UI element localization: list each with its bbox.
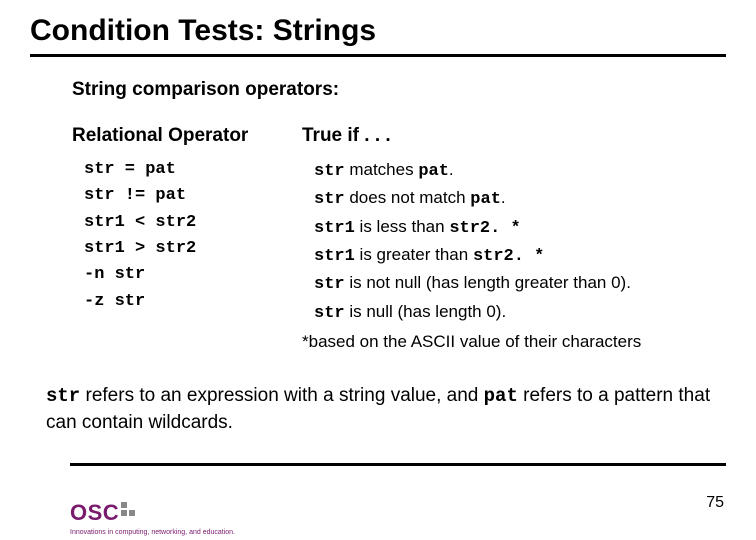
slide-title: Condition Tests: Strings (30, 14, 726, 54)
bottom-paragraph: str refers to an expression with a strin… (30, 383, 726, 435)
desc-text: is not null (has length greater than 0). (345, 273, 631, 292)
desc-code: pat (470, 190, 501, 209)
desc-code: str1 (314, 219, 355, 238)
desc-code: str (314, 275, 345, 294)
desc-text: is greater than (355, 245, 473, 264)
content-area: String comparison operators: Relational … (30, 79, 726, 355)
desc-code: str (314, 190, 345, 209)
operator-row: str = pat (72, 157, 302, 183)
osc-logo: OSC (70, 500, 135, 526)
column-header-trueif: True if . . . (302, 125, 716, 147)
desc-text: does not match (345, 188, 471, 207)
operator-row: str1 < str2 (72, 210, 302, 236)
title-rule (30, 54, 726, 57)
column-header-operator: Relational Operator (72, 125, 302, 147)
bottom-code: pat (484, 385, 518, 407)
desc-text: matches (345, 160, 419, 179)
desc-text: . (449, 160, 454, 179)
footnote: *based on the ASCII value of their chara… (302, 329, 716, 355)
operator-row: -n str (72, 262, 302, 288)
page-number: 75 (706, 494, 724, 512)
logo-squares-icon (121, 502, 135, 516)
logo-tagline: Innovations in computing, networking, an… (70, 529, 235, 536)
bottom-code: str (46, 385, 80, 407)
desc-code: str2. * (473, 247, 544, 266)
logo-text: OSC (70, 500, 119, 526)
desc-code: pat (418, 162, 449, 181)
operator-row: str1 > str2 (72, 236, 302, 262)
subtitle: String comparison operators: (72, 79, 716, 101)
desc-code: str1 (314, 247, 355, 266)
desc-text: is less than (355, 217, 450, 236)
description-row: str matches pat. (302, 157, 716, 185)
desc-text: . (501, 188, 506, 207)
footer-rule (70, 463, 726, 466)
description-row: str does not match pat. (302, 185, 716, 213)
description-row: str1 is greater than str2. * (302, 242, 716, 270)
description-row: str is not null (has length greater than… (302, 270, 716, 298)
desc-code: str (314, 162, 345, 181)
desc-code: str (314, 304, 345, 323)
bottom-text: refers to an expression with a string va… (80, 385, 483, 406)
desc-code: str2. * (449, 219, 520, 238)
description-row: str is null (has length 0). (302, 299, 716, 327)
desc-text: is null (has length 0). (345, 302, 507, 321)
operator-row: str != pat (72, 183, 302, 209)
description-row: str1 is less than str2. * (302, 214, 716, 242)
operator-row: -z str (72, 289, 302, 315)
